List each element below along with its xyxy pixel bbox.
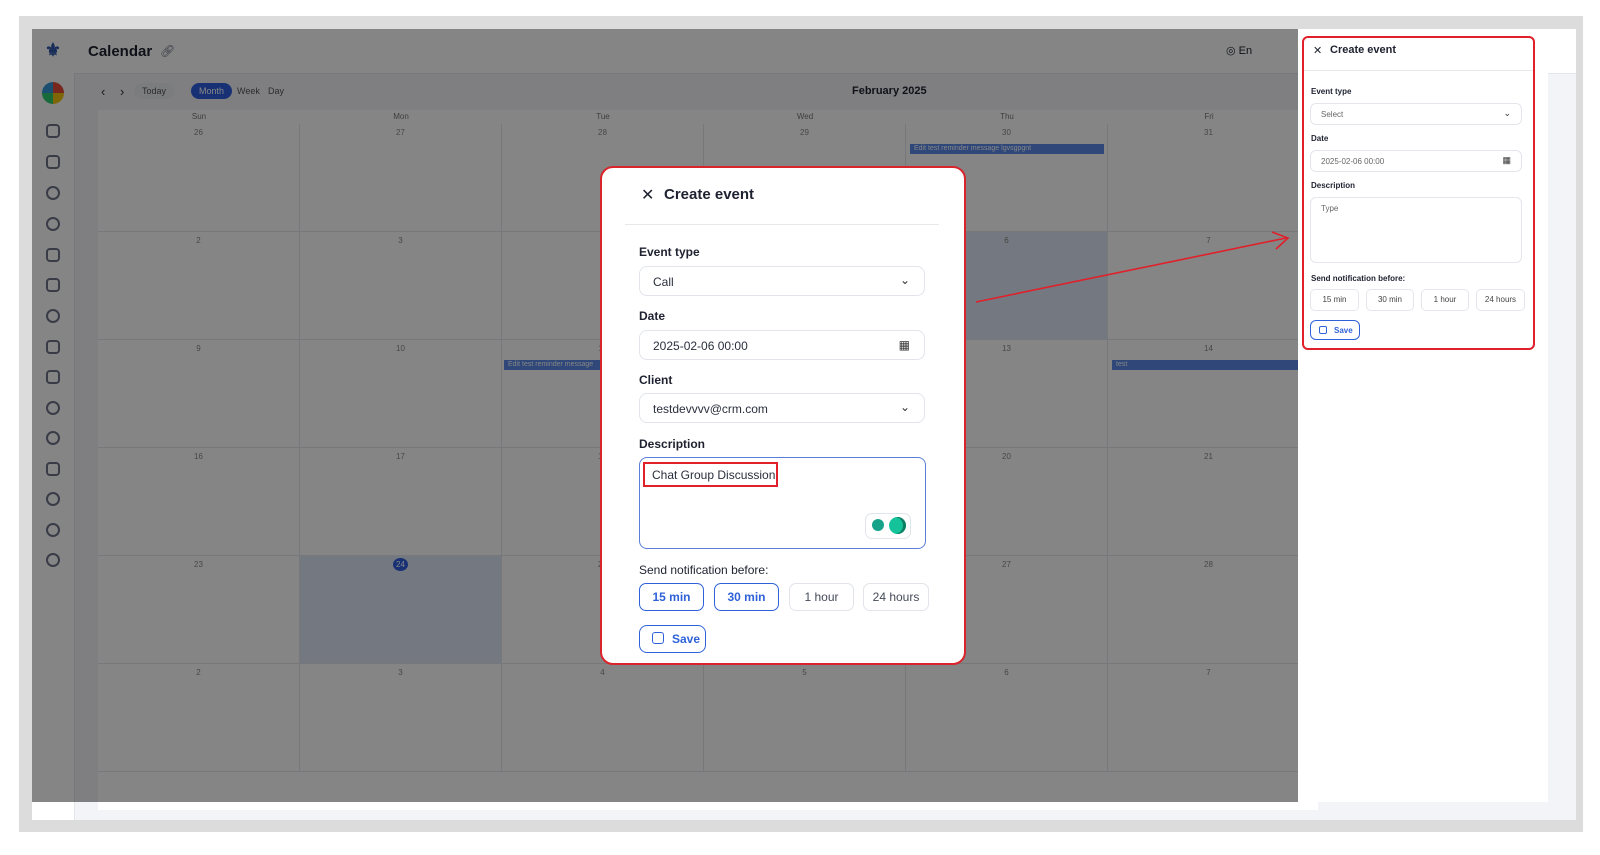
modal-title: Create event (664, 186, 755, 203)
chevron-down-icon: ⌄ (899, 273, 910, 287)
lightbulb-icon (872, 519, 884, 531)
chip-15-min[interactable]: 15 min (639, 583, 704, 611)
client-label: Client (639, 373, 673, 387)
calendar-icon[interactable]: ▦ (899, 338, 910, 352)
event-type-label: Event type (639, 245, 700, 259)
event-type-value: Call (653, 275, 674, 289)
modal-divider (625, 224, 939, 225)
description-label: Description (639, 437, 706, 451)
client-value: testdevvvv@crm.com (653, 402, 768, 416)
event-type-select[interactable]: Call ⌄ (639, 266, 925, 296)
date-label: Date (639, 309, 666, 323)
date-input[interactable]: 2025-02-06 00:00 ▦ (639, 330, 925, 360)
save-button[interactable]: Save (639, 625, 706, 653)
chip-24-hours[interactable]: 24 hours (863, 583, 929, 611)
client-select[interactable]: testdevvvv@crm.com ⌄ (639, 393, 925, 423)
grammarly-widget[interactable] (865, 513, 911, 539)
chip-30-min[interactable]: 30 min (714, 583, 779, 611)
chevron-down-icon: ⌄ (899, 400, 910, 414)
date-value: 2025-02-06 00:00 (653, 339, 748, 353)
chip-1-hour[interactable]: 1 hour (789, 583, 854, 611)
save-label: Save (672, 632, 701, 646)
save-icon (652, 632, 664, 644)
grammarly-icon (889, 517, 906, 534)
highlight-box-description (643, 462, 778, 487)
close-icon[interactable]: ✕ (641, 185, 654, 205)
notification-label: Send notification before: (639, 563, 769, 577)
